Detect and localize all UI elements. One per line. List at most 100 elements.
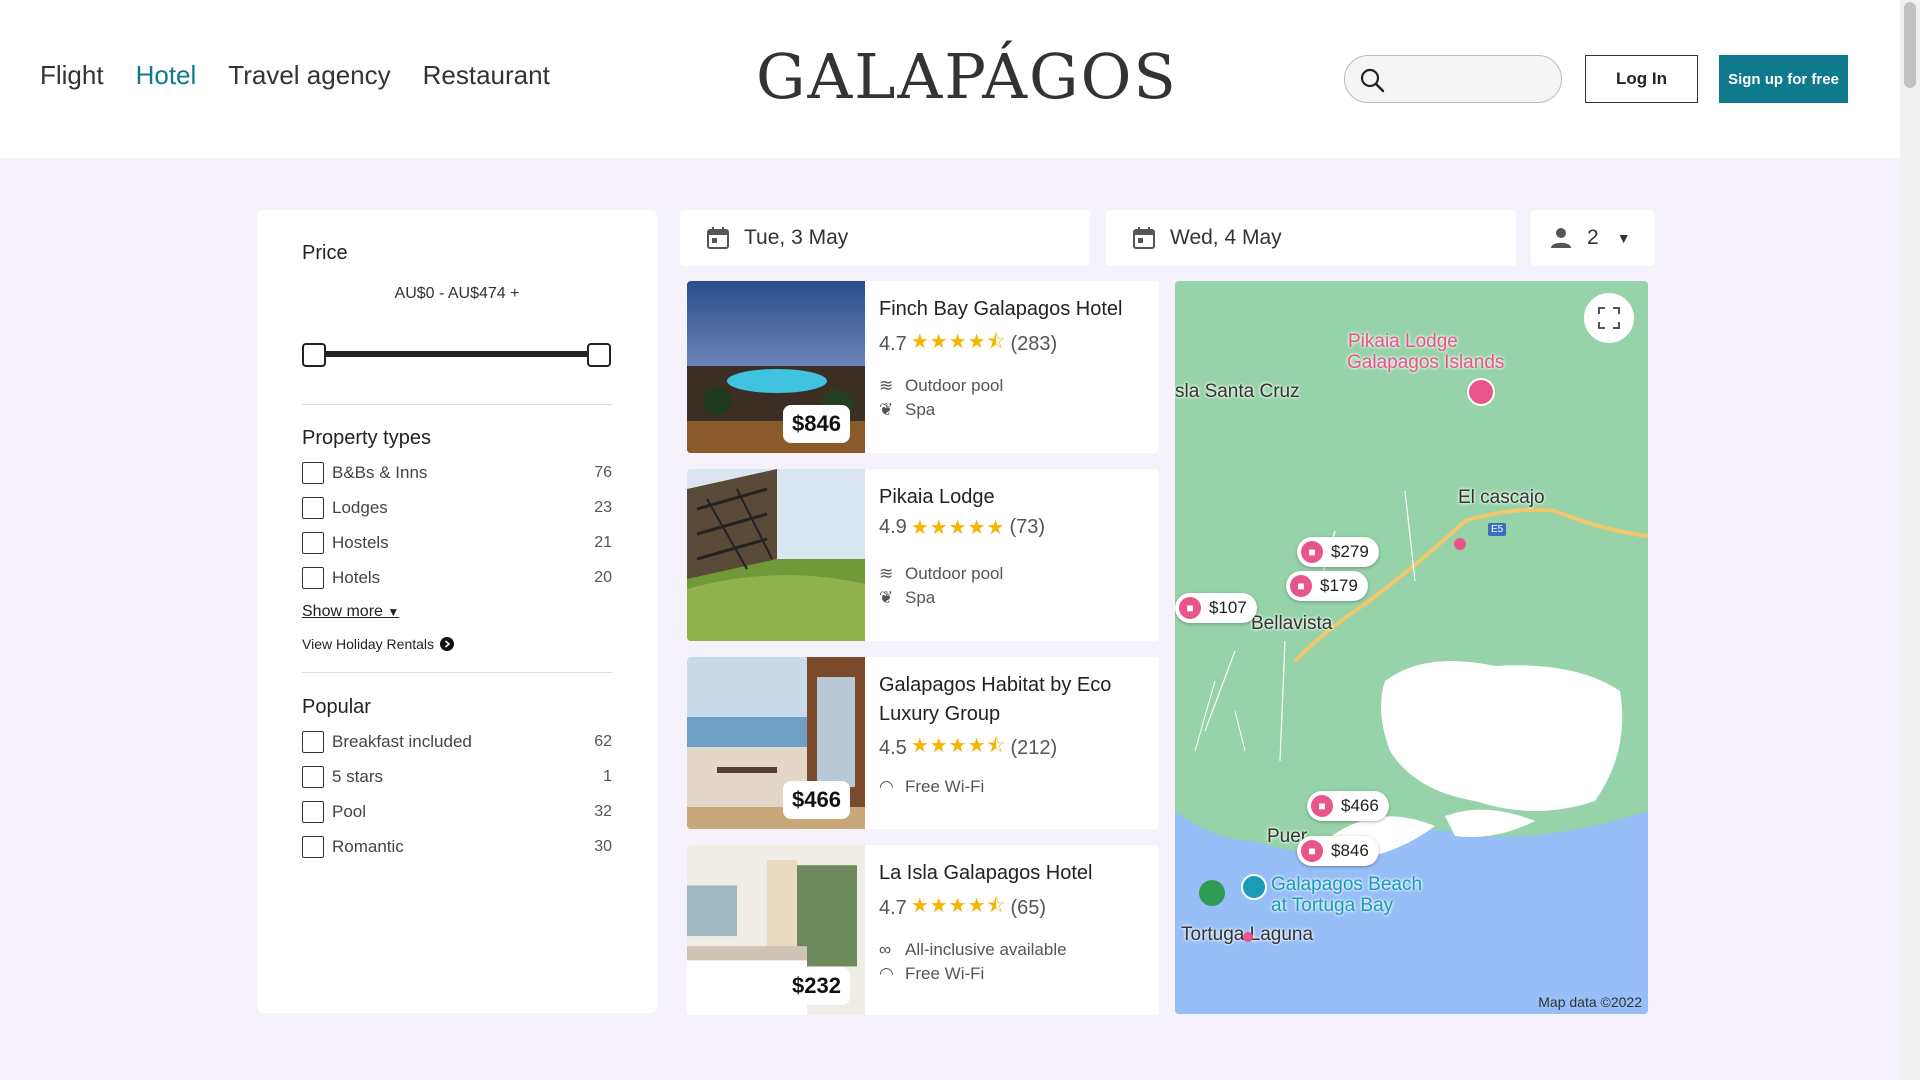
checkbox[interactable] [302,731,324,753]
checkout-date: Wed, 4 May [1170,226,1282,249]
nav-flight[interactable]: Flight [40,60,104,91]
checkbox[interactable] [302,836,324,858]
checkbox[interactable] [302,801,324,823]
wifi-icon: ◠ [879,964,894,983]
hotel-card-galapagos-habitat[interactable]: $466 Galapagos Habitat by Eco Luxury Gro… [687,657,1159,829]
wifi-icon: ◠ [879,777,894,796]
checkbox[interactable] [302,532,324,554]
park-marker-icon [1199,880,1225,906]
map-label-beach: Galapagos Beach [1271,874,1423,895]
hotel-rating: 4.7 ★★★★⯪ (65) [879,891,1046,925]
filter-count: 23 [594,499,612,516]
page-scrollbar[interactable] [1900,0,1920,1080]
expand-icon [1598,307,1620,329]
nav-restaurant[interactable]: Restaurant [423,60,550,91]
map-label-pikaia: Pikaia Lodge [1348,331,1458,352]
map-expand-button[interactable] [1584,293,1634,343]
map-price-pin[interactable]: ■ $466 [1307,791,1389,821]
filter-label: Lodges [332,498,388,517]
filter-bbs-inns[interactable]: B&Bs & Inns 76 [302,461,612,485]
map-label-santa-cruz: sla Santa Cruz [1175,381,1300,402]
map-label-el-cascajo: El cascajo [1458,487,1545,508]
filter-lodges[interactable]: Lodges 23 [302,496,612,520]
view-holiday-rentals-link[interactable]: View Holiday Rentals [302,636,455,652]
guests-selector[interactable]: 2 ▼ [1531,210,1655,266]
arrow-circle-icon [440,637,455,651]
hotel-name: Galapagos Habitat by Eco Luxury Group [879,674,1112,725]
review-count: (283) [1010,332,1058,355]
filter-count: 20 [594,569,612,586]
filter-breakfast[interactable]: Breakfast included 62 [302,730,612,754]
checkbox[interactable] [302,567,324,589]
hotel-name: Finch Bay Galapagos Hotel [879,298,1123,320]
show-more-link[interactable]: Show more ▼ [302,603,399,621]
star-rating-icon: ★★★★⯪ [910,895,1007,917]
amenity-label: Outdoor pool [905,376,1004,395]
filter-count: 76 [594,464,612,481]
nav-travel-agency[interactable]: Travel agency [228,60,390,91]
location-dot-icon [1243,932,1253,942]
amenity-spa: ❦ Spa [879,400,935,420]
map-price-pin[interactable]: ■ $279 [1297,537,1379,567]
amenity-label: All-inclusive available [905,940,1067,959]
review-count: (212) [1010,736,1058,759]
divider [302,672,612,673]
hotel-card-la-isla[interactable]: $232 La Isla Galapagos Hotel 4.7 ★★★★⯪ (… [687,845,1159,1015]
map-price-pin[interactable]: ■ $179 [1286,571,1368,601]
rating-value: 4.7 [879,332,907,355]
price-slider-track[interactable] [315,351,595,357]
scrollbar-thumb[interactable] [1904,2,1916,88]
map-label-bellavista: Bellavista [1251,613,1333,634]
signup-button[interactable]: Sign up for free [1719,55,1848,103]
filter-label: 5 stars [332,767,384,786]
price-slider-max-handle[interactable] [587,343,611,367]
amenity-label: Free Wi-Fi [905,964,985,983]
filter-hotels[interactable]: Hotels 20 [302,566,612,590]
filter-count: 30 [594,838,612,855]
hotel-name: Pikaia Lodge [879,486,995,508]
checkbox[interactable] [302,766,324,788]
nav-hotel[interactable]: Hotel [136,60,197,91]
pin-price: $846 [1331,841,1369,860]
bed-icon: ■ [1301,541,1323,563]
calendar-icon [1133,227,1155,249]
checkbox[interactable] [302,497,324,519]
divider [302,404,612,405]
checkin-date-picker[interactable]: Tue, 3 May [680,210,1090,266]
filter-label: Pool [332,802,367,821]
pin-price: $107 [1209,598,1247,617]
filter-count: 1 [603,768,612,785]
filter-count: 62 [594,733,612,750]
checkout-date-picker[interactable]: Wed, 4 May [1106,210,1516,266]
main-nav: Flight Hotel Travel agency Restaurant [40,60,582,91]
header: Flight Hotel Travel agency Restaurant GA… [0,0,1900,158]
checkbox[interactable] [302,462,324,484]
filter-5-stars[interactable]: 5 stars 1 [302,765,612,789]
filter-hostels[interactable]: Hostels 21 [302,531,612,555]
filter-label: B&Bs & Inns [332,463,428,482]
hotel-card-pikaia-lodge[interactable]: Pikaia Lodge 4.9 ★★★★★ (73) ≋ Outdoor poo… [687,469,1159,641]
price-slider-min-handle[interactable] [302,343,326,367]
calendar-icon [707,227,729,249]
hotel-card-finch-bay[interactable]: $846 Finch Bay Galapagos Hotel 4.7 ★★★★⯪… [687,281,1159,453]
filter-label: Hostels [332,533,389,552]
infinity-icon: ∞ [879,940,892,959]
filter-count: 32 [594,803,612,820]
filter-pool[interactable]: Pool 32 [302,800,612,824]
amenity-spa: ❦ Spa [879,588,935,608]
popular-title: Popular [302,696,371,718]
login-button[interactable]: Log In [1585,55,1698,103]
results-map[interactable]: Pikaia Lodge Galapagos Islands sla Santa… [1175,281,1648,1014]
amenity-free-wifi: ◠ Free Wi-Fi [879,777,984,797]
search-input[interactable] [1344,55,1562,103]
site-logo[interactable]: GALAPÁGOS [756,40,1178,113]
camera-marker-icon [1241,874,1267,900]
spa-icon: ❦ [879,400,894,419]
filter-romantic[interactable]: Romantic 30 [302,835,612,859]
hotel-marker-icon[interactable] [1467,378,1495,406]
map-price-pin[interactable]: ■ $107 [1175,593,1257,623]
price-badge: $846 [783,405,850,443]
pin-price: $466 [1341,796,1379,815]
bed-icon: ■ [1311,795,1333,817]
map-price-pin[interactable]: ■ $846 [1297,836,1379,866]
